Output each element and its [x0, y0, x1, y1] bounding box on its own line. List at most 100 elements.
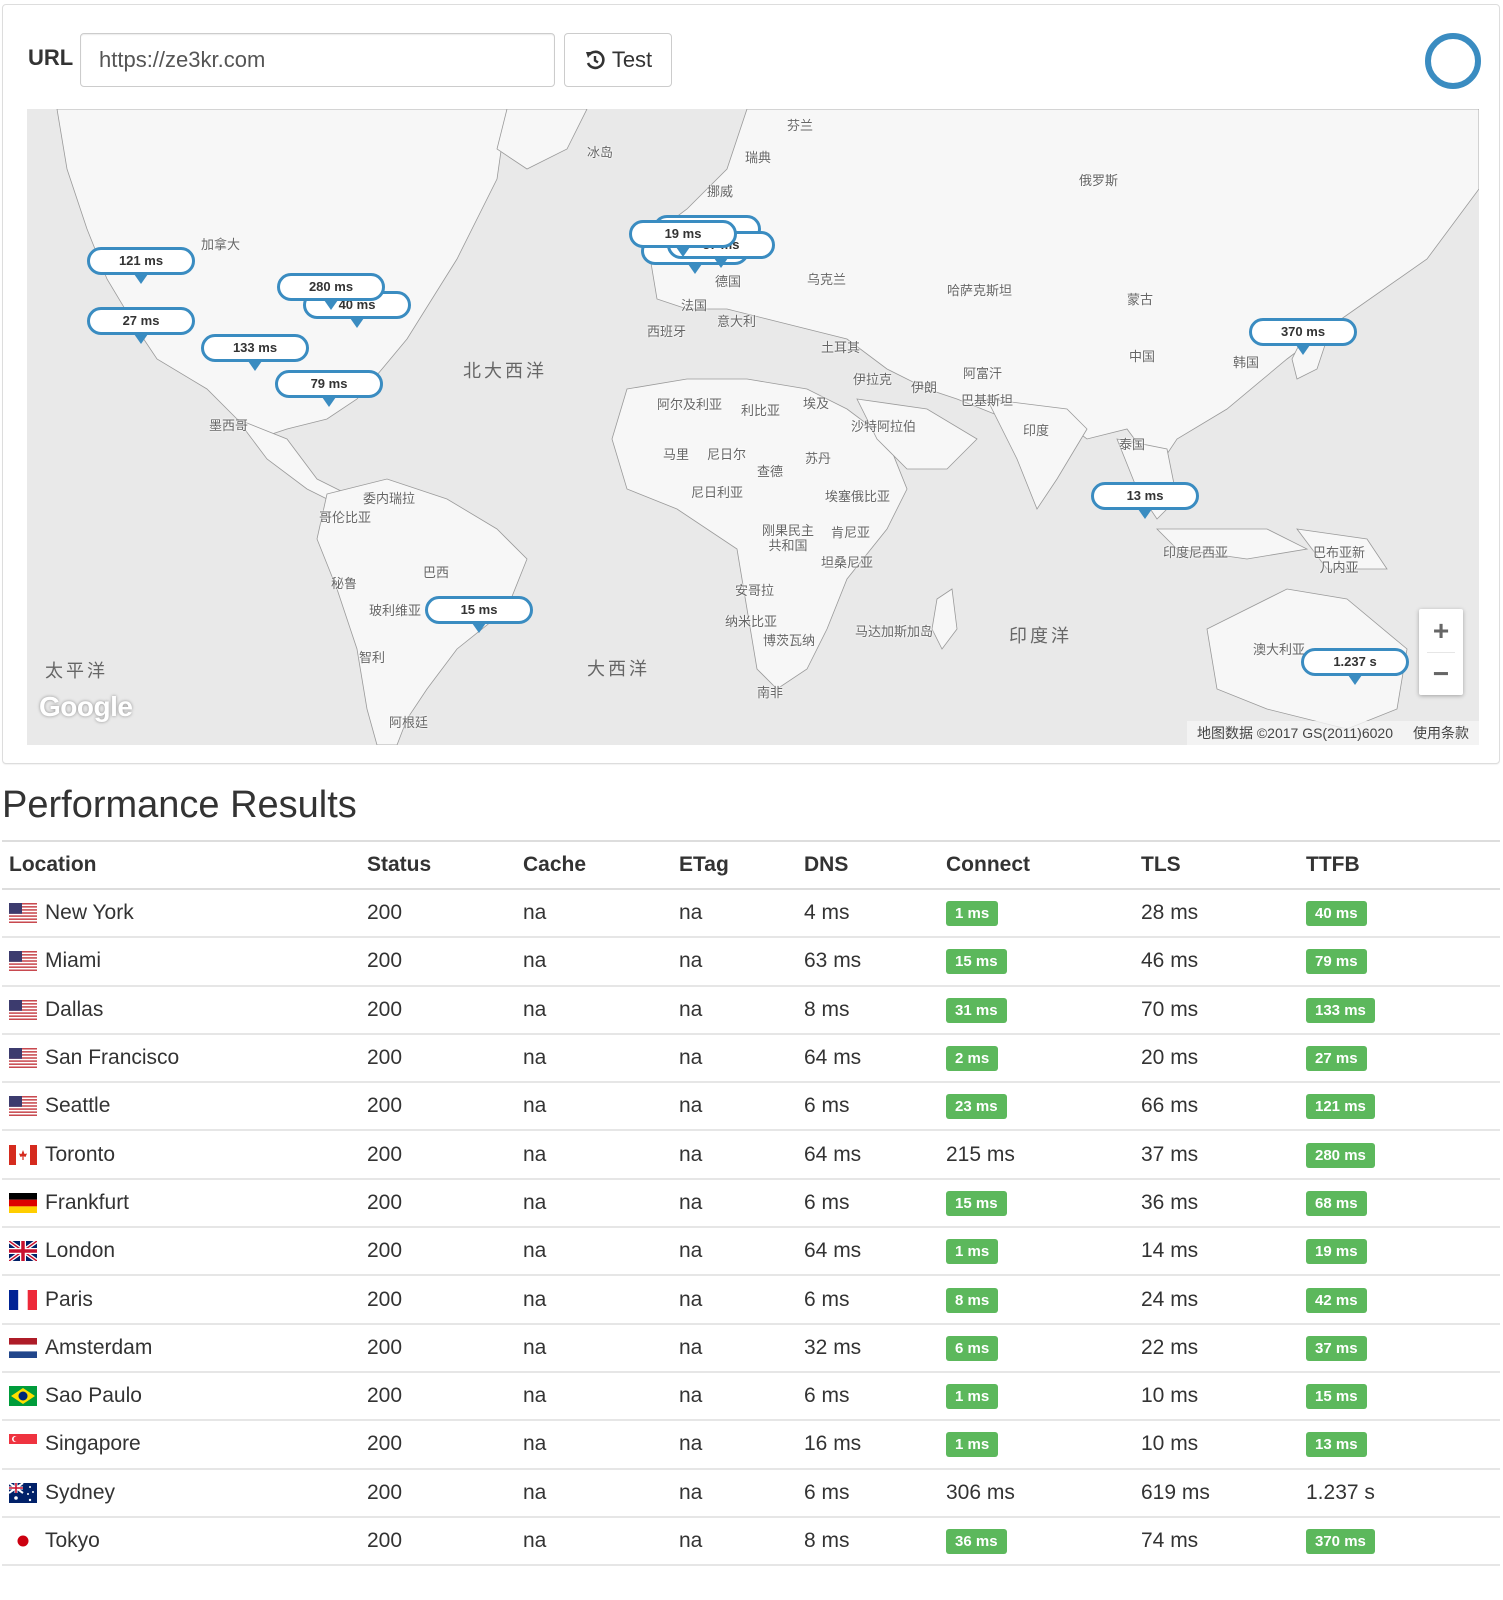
table-row: New York 200 na na 4 ms 1 ms 28 ms 40 ms: [2, 889, 1500, 939]
ocean-label: 太平洋: [45, 661, 108, 681]
country-label: 玻利维亚: [369, 603, 422, 618]
cache-cell: na: [516, 1371, 672, 1422]
country-label: 西班牙: [647, 324, 687, 339]
ttfb-cell: 42 ms: [1299, 1275, 1500, 1325]
zoom-out-button[interactable]: −: [1419, 652, 1463, 695]
ocean-label: 大西洋: [587, 659, 650, 679]
tls-cell: 20 ms: [1134, 1033, 1299, 1084]
country-label: 哈萨克斯坦: [947, 283, 1013, 298]
country-label: 南非: [757, 685, 784, 700]
map-marker-miami[interactable]: 79 ms: [275, 370, 383, 407]
table-row: London 200 na na 64 ms 1 ms 14 ms 19 ms: [2, 1227, 1500, 1277]
dns-cell: 6 ms: [797, 1178, 939, 1229]
country-label: 伊朗: [911, 380, 938, 395]
dns-cell: 64 ms: [797, 1033, 939, 1084]
dns-cell: 64 ms: [797, 1130, 939, 1180]
location: Paris: [9, 1288, 360, 1312]
location-name: Dallas: [45, 997, 104, 1021]
map-marker-toronto[interactable]: 280 ms: [277, 273, 385, 310]
country-label: 苏丹: [805, 451, 832, 466]
loading-ring-icon: [1425, 33, 1481, 89]
location-cell: Paris: [2, 1275, 360, 1325]
dns-cell: 64 ms: [797, 1227, 939, 1277]
map-marker-tokyo[interactable]: 370 ms: [1249, 318, 1357, 355]
location: Tokyo: [9, 1529, 360, 1553]
table-row: Tokyo 200 na na 8 ms 36 ms 74 ms 370 ms: [2, 1516, 1500, 1567]
test-button[interactable]: Test: [564, 33, 672, 87]
tls-cell: 36 ms: [1134, 1178, 1299, 1229]
location: San Francisco: [9, 1046, 360, 1070]
flag-de-icon: [9, 1192, 37, 1213]
map-marker-london[interactable]: 19 ms: [629, 220, 737, 257]
country-label: 哥伦比亚: [319, 510, 372, 525]
ttfb-cell: 121 ms: [1299, 1082, 1500, 1132]
location-name: London: [45, 1239, 116, 1263]
map-marker-singapore[interactable]: 13 ms: [1091, 482, 1199, 519]
table-row: Sydney 200 na na 6 ms 306 ms 619 ms 1.237 s: [2, 1468, 1500, 1518]
test-panel: URL Test: [2, 4, 1500, 764]
ttfb-cell: 19 ms: [1299, 1227, 1500, 1277]
country-label: 瑞典: [745, 150, 772, 165]
dns-cell: 16 ms: [797, 1420, 939, 1470]
map-marker-san-francisco[interactable]: 27 ms: [87, 307, 195, 344]
tls-cell: 14 ms: [1134, 1227, 1299, 1277]
country-label: 阿尔及利亚: [657, 397, 723, 412]
column-header-dns: DNS: [797, 840, 939, 890]
flag-nl-icon: [9, 1337, 37, 1358]
etag-cell: na: [672, 1323, 797, 1373]
country-label: 马里: [663, 447, 690, 462]
country-label: 智利: [359, 650, 386, 665]
dns-cell: 32 ms: [797, 1323, 939, 1373]
zoom-in-button[interactable]: +: [1419, 609, 1463, 652]
connect-cell: 15 ms: [939, 937, 1134, 987]
history-icon: [584, 49, 606, 71]
world-map[interactable]: 芬兰 冰岛 瑞典 挪威 俄罗斯 加拿大 德国 乌克兰 法国 意大利 西班牙 哈萨…: [27, 109, 1479, 745]
map-attribution: 地图数据 ©2017 GS(2011)6020 使用条款: [1186, 721, 1479, 745]
cache-cell: na: [516, 1468, 672, 1518]
country-label: 委内瑞拉: [363, 491, 416, 506]
country-label: 安哥拉: [735, 583, 775, 598]
map-marker-dallas[interactable]: 133 ms: [201, 334, 309, 371]
country-label: 法国: [681, 298, 708, 313]
location: Sydney: [8, 1481, 360, 1505]
dns-cell: 4 ms: [797, 889, 939, 939]
country-label: 土耳其: [821, 340, 861, 355]
cache-cell: na: [516, 937, 672, 987]
ttfb-badge: 15 ms: [1306, 1384, 1367, 1410]
url-input[interactable]: [80, 33, 555, 87]
map-marker-seattle[interactable]: 121 ms: [87, 247, 195, 284]
etag-cell: na: [672, 1516, 797, 1567]
country-label: 德国: [715, 274, 742, 289]
connect-cell: 2 ms: [939, 1033, 1134, 1084]
map-marker-sao-paulo[interactable]: 15 ms: [425, 596, 533, 633]
location: Toronto: [9, 1143, 360, 1167]
location: Singapore: [9, 1432, 360, 1456]
google-logo: Google: [39, 691, 133, 722]
status-cell: 200: [360, 1178, 516, 1229]
column-header-etag: ETag: [672, 840, 797, 890]
ttfb-badge: 27 ms: [1306, 1046, 1367, 1072]
status-cell: 200: [360, 1420, 516, 1470]
url-label: URL: [28, 45, 74, 70]
etag-cell: na: [672, 985, 797, 1035]
country-label: 秘鲁: [331, 576, 358, 591]
country-label: 刚果民主共和国: [761, 523, 814, 553]
zoom-divider: [1427, 652, 1455, 653]
flag-sg-icon: [9, 1434, 37, 1454]
status-cell: 200: [360, 1371, 516, 1422]
table-row: Frankfurt 200 na na 6 ms 15 ms 36 ms 68 ms: [2, 1178, 1500, 1229]
country-label: 查德: [757, 464, 784, 479]
ttfb-cell: 40 ms: [1299, 889, 1500, 939]
connect-badge: 6 ms: [946, 1335, 999, 1361]
dns-cell: 6 ms: [797, 1082, 939, 1132]
ttfb-badge: 121 ms: [1306, 1094, 1375, 1120]
connect-cell: 15 ms: [939, 1178, 1134, 1229]
location-cell: Frankfurt: [2, 1178, 360, 1229]
map-marker-sydney[interactable]: 1.237 s: [1301, 648, 1409, 685]
status-cell: 200: [360, 1082, 516, 1132]
results-title: Performance Results: [2, 784, 357, 826]
etag-cell: na: [672, 1275, 797, 1325]
terms-link[interactable]: 使用条款: [1413, 723, 1469, 743]
connect-badge: 15 ms: [946, 1190, 1007, 1216]
results-table: Location Status Cache ETag DNS Connect T…: [2, 840, 1500, 1567]
